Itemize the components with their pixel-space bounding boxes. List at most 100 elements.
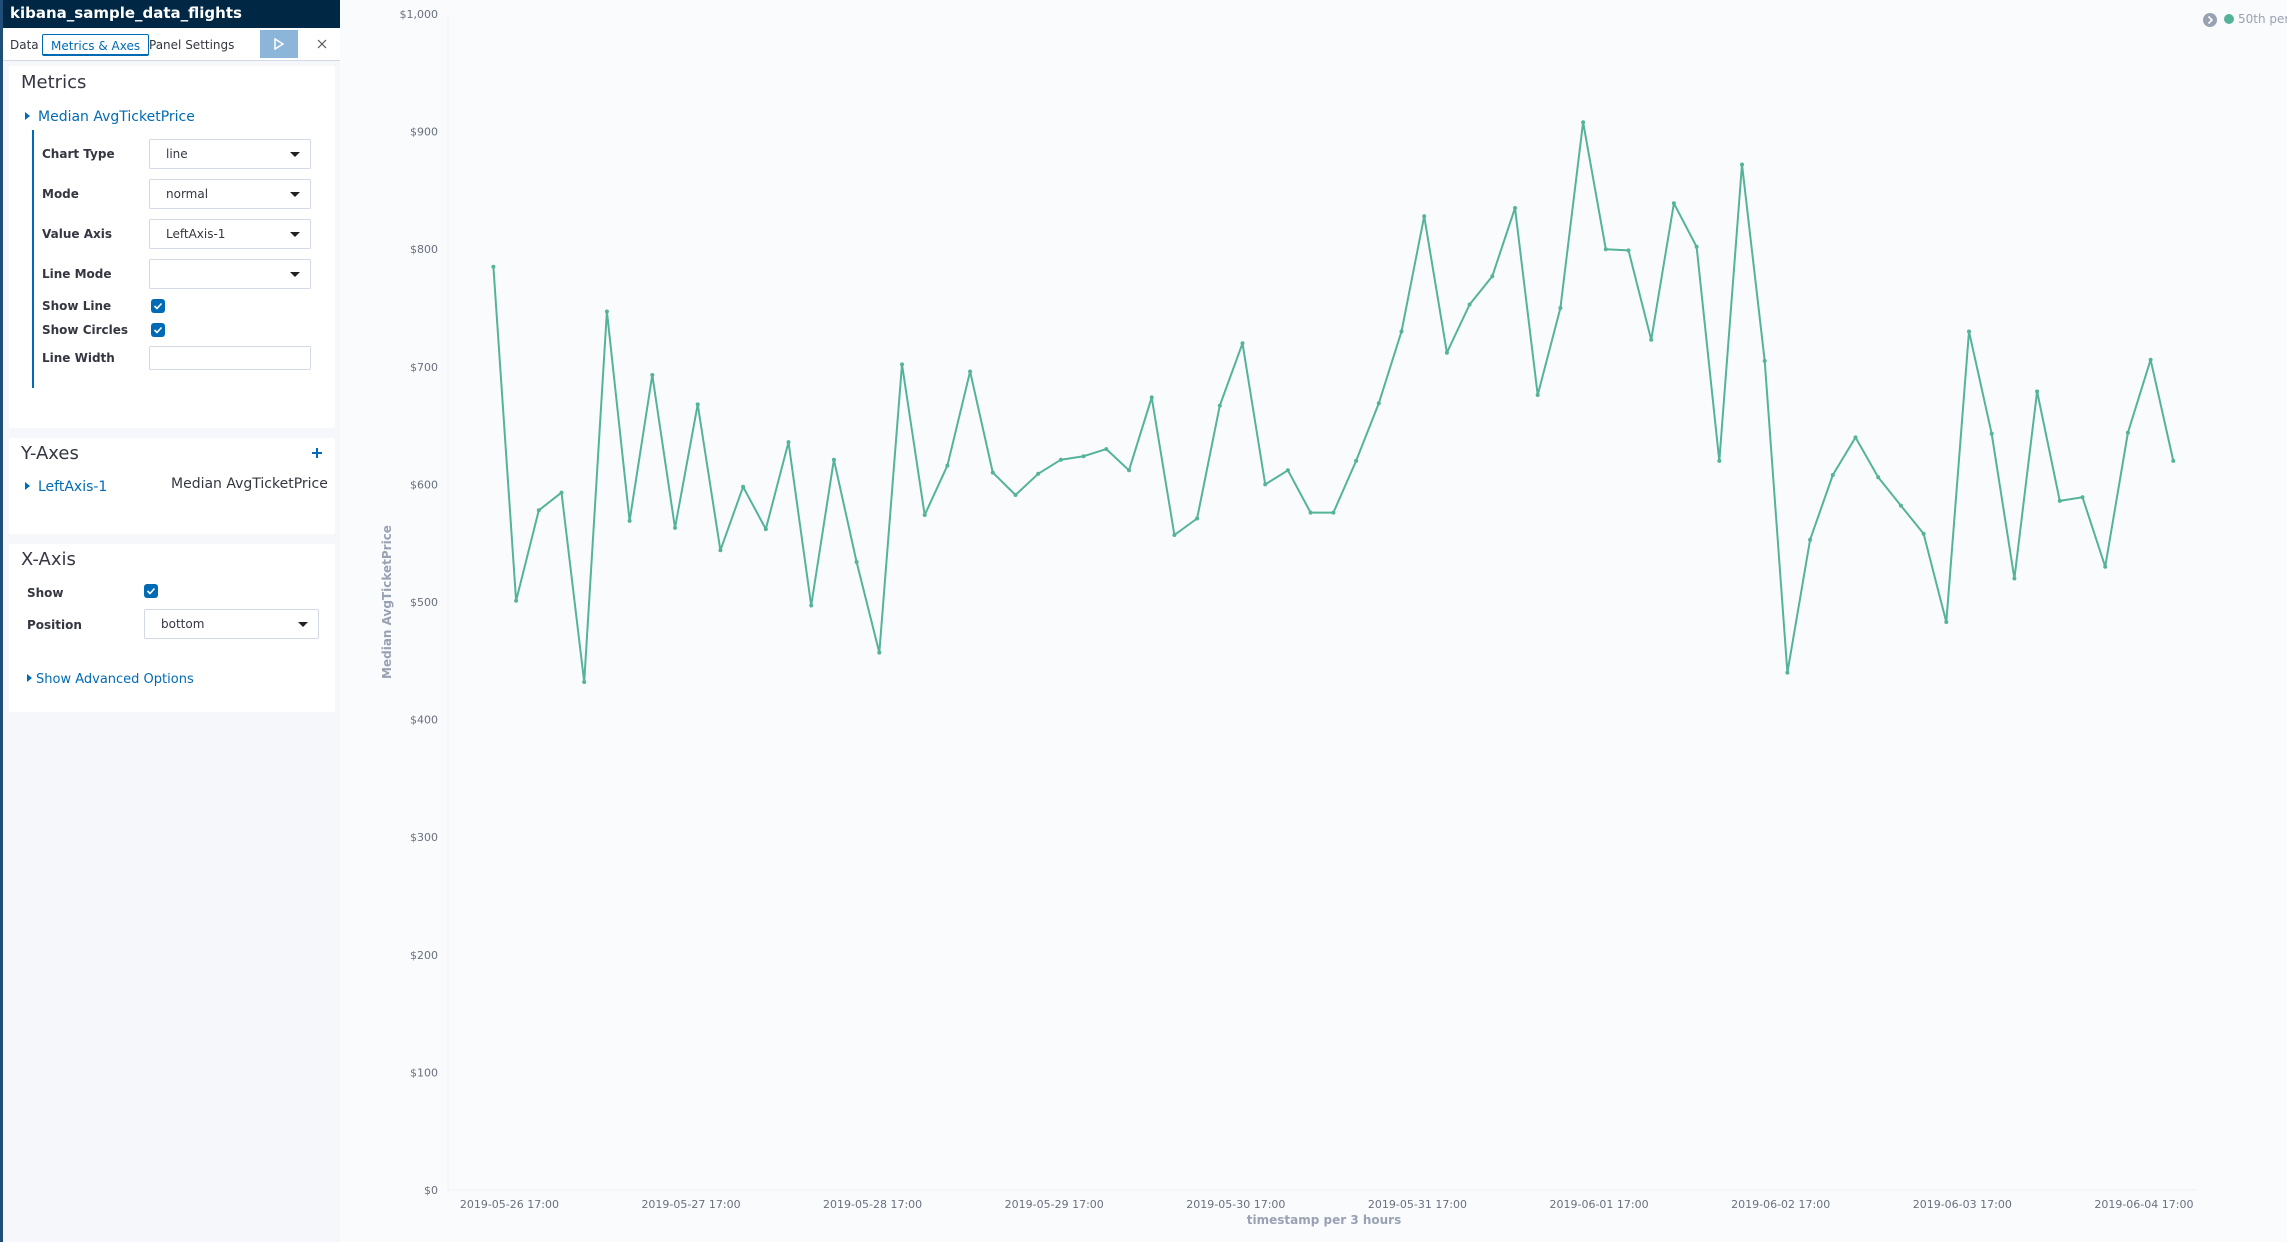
data-point[interactable] — [1671, 201, 1676, 206]
data-point[interactable] — [1240, 341, 1245, 346]
data-point[interactable] — [1581, 120, 1586, 125]
data-point[interactable] — [1649, 337, 1654, 342]
data-point[interactable] — [1989, 431, 1994, 436]
data-point[interactable] — [650, 373, 655, 377]
caret-right-icon — [25, 482, 30, 490]
x-axis-show-checkbox[interactable] — [144, 584, 158, 598]
data-point[interactable] — [968, 369, 973, 374]
data-point[interactable] — [673, 525, 677, 530]
data-point[interactable] — [2080, 495, 2085, 500]
data-point[interactable] — [1376, 401, 1381, 406]
data-point[interactable] — [1694, 244, 1699, 249]
show-advanced-options-link[interactable]: Show Advanced Options — [27, 672, 194, 687]
data-point[interactable] — [1104, 447, 1109, 452]
data-point[interactable] — [604, 309, 609, 314]
discard-changes-button[interactable] — [311, 32, 333, 56]
data-point[interactable] — [900, 362, 904, 367]
data-point[interactable] — [1081, 454, 1086, 459]
data-point[interactable] — [2125, 430, 2130, 435]
data-point[interactable] — [1217, 403, 1222, 408]
data-point[interactable] — [877, 650, 882, 655]
show-circles-checkbox[interactable] — [151, 323, 165, 337]
data-point[interactable] — [627, 518, 632, 523]
show-line-checkbox[interactable] — [151, 299, 165, 313]
chart-area: $0 $100 $200 $300 $400 $500 $600 $700 $800 $900 $1… — [340, 0, 2287, 1242]
data-point[interactable] — [514, 598, 519, 603]
data-point[interactable] — [1785, 670, 1790, 675]
data-point[interactable] — [1876, 475, 1881, 480]
data-point[interactable] — [1263, 482, 1268, 487]
data-point[interactable] — [1762, 358, 1767, 363]
data-point[interactable] — [1717, 458, 1722, 463]
data-point[interactable] — [1808, 537, 1813, 542]
data-point[interactable] — [922, 513, 927, 517]
legend-item[interactable]: 50th per — [2224, 12, 2287, 26]
tab-metrics-axes[interactable]: Metrics & Axes — [42, 34, 150, 56]
data-point[interactable] — [1444, 350, 1449, 355]
data-point[interactable] — [2148, 357, 2153, 362]
data-point[interactable] — [1285, 468, 1290, 473]
data-point[interactable] — [559, 490, 564, 495]
data-point[interactable] — [1898, 503, 1903, 508]
data-point[interactable] — [1422, 214, 1427, 219]
data-point[interactable] — [763, 527, 768, 532]
data-point[interactable] — [1467, 302, 1472, 307]
data-point[interactable] — [1399, 329, 1404, 334]
data-point[interactable] — [1195, 516, 1200, 521]
data-point[interactable] — [1513, 206, 1517, 210]
data-point[interactable] — [1921, 531, 1926, 536]
data-point[interactable] — [1535, 393, 1540, 397]
line-mode-select[interactable] — [149, 259, 311, 289]
data-point[interactable] — [718, 548, 723, 553]
data-point[interactable] — [786, 440, 791, 445]
metric-series-toggle[interactable]: Median AvgTicketPrice — [25, 106, 195, 125]
data-point[interactable] — [1830, 473, 1835, 477]
data-point[interactable] — [695, 402, 700, 407]
data-point[interactable] — [536, 508, 541, 513]
line-width-input[interactable] — [149, 346, 311, 370]
apply-changes-button[interactable] — [260, 30, 298, 58]
data-point[interactable] — [2171, 458, 2176, 463]
data-point[interactable] — [945, 463, 950, 468]
data-point[interactable] — [1149, 395, 1154, 400]
y-axis-item-toggle[interactable]: LeftAxis-1 — [25, 476, 107, 495]
data-point[interactable] — [1490, 274, 1495, 279]
x-tick-label: 2019-05-31 17:00 — [1368, 1198, 1467, 1211]
data-point[interactable] — [2035, 389, 2040, 394]
data-point[interactable] — [1967, 329, 1971, 334]
x-axis-position-select[interactable]: bottom — [144, 609, 319, 639]
value-axis-select[interactable]: LeftAxis-1 — [149, 219, 311, 249]
toggle-legend-icon[interactable] — [2202, 12, 2218, 28]
mode-select[interactable]: normal — [149, 179, 311, 209]
data-point[interactable] — [1740, 162, 1744, 167]
data-point[interactable] — [1308, 510, 1313, 515]
data-point[interactable] — [1058, 457, 1063, 462]
add-y-axis-button[interactable] — [311, 440, 323, 464]
data-point[interactable] — [1944, 620, 1949, 624]
data-point[interactable] — [741, 484, 746, 489]
value-axis-label: Value Axis — [42, 227, 112, 241]
chart-type-select[interactable]: line — [149, 139, 311, 169]
data-point[interactable] — [2103, 564, 2108, 569]
data-point[interactable] — [1354, 458, 1359, 463]
tab-data[interactable]: Data — [10, 34, 39, 56]
data-point[interactable] — [854, 560, 859, 564]
tab-panel-settings[interactable]: Panel Settings — [149, 34, 234, 56]
data-point[interactable] — [1626, 248, 1631, 253]
x-tick-label: 2019-05-27 17:00 — [641, 1198, 740, 1211]
data-point[interactable] — [1558, 306, 1563, 310]
data-point[interactable] — [582, 680, 587, 684]
data-point[interactable] — [1036, 471, 1041, 476]
data-point[interactable] — [2057, 498, 2062, 503]
data-point[interactable] — [809, 603, 814, 608]
data-point[interactable] — [1331, 510, 1336, 515]
data-point[interactable] — [1172, 533, 1177, 537]
data-point[interactable] — [1127, 468, 1131, 473]
data-point[interactable] — [831, 457, 836, 462]
data-point[interactable] — [1853, 435, 1858, 440]
data-point[interactable] — [1603, 247, 1608, 252]
data-point[interactable] — [491, 264, 496, 269]
data-point[interactable] — [2012, 576, 2017, 581]
data-point[interactable] — [990, 470, 995, 475]
data-point[interactable] — [1013, 493, 1018, 497]
